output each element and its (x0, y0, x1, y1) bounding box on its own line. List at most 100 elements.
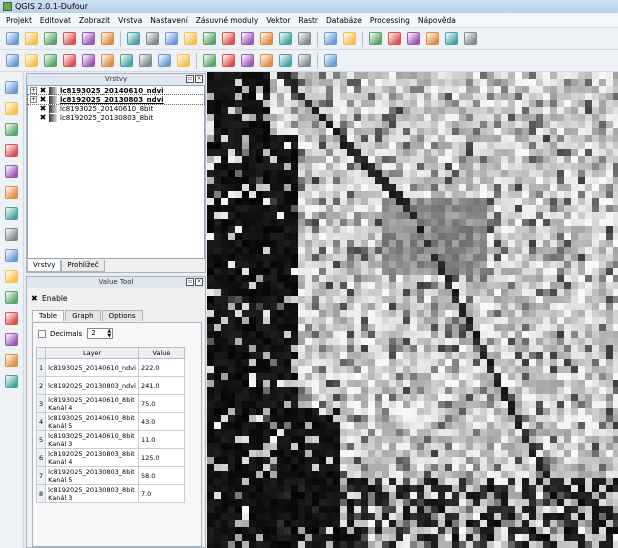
table-row[interactable]: 4 lc8193025_20140610_8bit Kanál 5 43.0 (35, 412, 185, 431)
menu-napoveda[interactable]: Nápověda (414, 16, 460, 25)
toggle-editing-button[interactable] (22, 52, 40, 70)
move-label-button[interactable] (257, 52, 275, 70)
node-tool-button[interactable] (98, 52, 116, 70)
pin-labels-button[interactable] (219, 52, 237, 70)
zoom-full-button[interactable] (200, 30, 218, 48)
tab-options[interactable]: Options (101, 310, 143, 321)
layer-visibility-checkbox[interactable]: ✖ (39, 86, 47, 95)
add-oracle-layer-button[interactable] (2, 183, 20, 201)
decimals-spinbox[interactable]: 2 ▲ ▼ (87, 328, 114, 339)
pan-button[interactable] (124, 30, 142, 48)
pan-to-selection-button[interactable] (143, 30, 161, 48)
expand-icon[interactable]: + (30, 87, 37, 94)
zoom-to-layer-button[interactable] (238, 30, 256, 48)
table-row[interactable]: 3 lc8193025_20140610_8bit Kanál 4 75.0 (35, 394, 185, 413)
add-wfs-layer-button[interactable] (2, 246, 20, 264)
value-tool-button[interactable] (321, 52, 339, 70)
save-as-button[interactable] (60, 30, 78, 48)
new-shapefile-button[interactable] (2, 288, 20, 306)
add-delimited-text-button[interactable] (2, 267, 20, 285)
change-label-button[interactable] (295, 52, 313, 70)
delete-selected-button[interactable] (117, 52, 135, 70)
zoom-out-button[interactable] (181, 30, 199, 48)
table-row[interactable]: 2 lc8192025_20130803_ndvi 241.0 (35, 376, 185, 395)
vector-tools-button[interactable] (2, 372, 20, 390)
open-button[interactable] (22, 30, 40, 48)
select-button[interactable] (366, 30, 384, 48)
add-mssql-layer-button[interactable] (2, 162, 20, 180)
cut-features-button[interactable] (136, 52, 154, 70)
layer-item[interactable]: ✖ lc8193025_20140610_8bit (28, 104, 204, 113)
add-vector-layer-button[interactable] (2, 78, 20, 96)
menu-zasuvne-moduly[interactable]: Zásuvné moduly (192, 16, 263, 25)
field-calculator-button[interactable] (404, 30, 422, 48)
close-panel-icon[interactable]: × (195, 278, 203, 286)
add-raster-layer-button[interactable] (2, 99, 20, 117)
table-row[interactable]: 6 lc8192025_20130803_8bit Kanál 4 125.0 (35, 448, 185, 467)
menu-databaze[interactable]: Databáze (322, 16, 366, 25)
rotate-label-button[interactable] (276, 52, 294, 70)
attribute-table-button[interactable] (423, 30, 441, 48)
menu-vrstva[interactable]: Vrstva (114, 16, 146, 25)
table-row[interactable]: 7 lc8192025_20130803_8bit Kanál 5 58.0 (35, 466, 185, 485)
menu-processing[interactable]: Processing (366, 16, 414, 25)
column-header-layer[interactable]: Layer (45, 347, 139, 359)
add-postgis-layer-button[interactable] (2, 120, 20, 138)
zoom-next-button[interactable] (276, 30, 294, 48)
show-hide-labels-button[interactable] (238, 52, 256, 70)
enable-checkbox[interactable]: ✖ Enable (31, 294, 68, 303)
menu-nastaveni[interactable]: Nastavení (146, 16, 192, 25)
measure-button[interactable] (340, 30, 358, 48)
tab-graph[interactable]: Graph (65, 310, 101, 321)
save-edits-button[interactable] (41, 52, 59, 70)
add-spatialite-layer-button[interactable] (2, 141, 20, 159)
layer-item[interactable]: + ✖ lc8192025_20130803_ndvi (27, 94, 205, 105)
georeferencer-button[interactable] (2, 351, 20, 369)
layer-visibility-checkbox[interactable]: ✖ (39, 113, 47, 122)
menu-projekt[interactable]: Projekt (2, 16, 36, 25)
new-print-composer-button[interactable] (79, 30, 97, 48)
map-canvas[interactable] (207, 72, 618, 548)
tab-table[interactable]: Table (32, 310, 65, 321)
zoom-in-button[interactable] (162, 30, 180, 48)
new-spatialite-button[interactable] (2, 309, 20, 327)
composer-manager-button[interactable] (98, 30, 116, 48)
map-tips-button[interactable] (442, 30, 460, 48)
layer-visibility-checkbox[interactable]: ✖ (39, 104, 47, 113)
gps-button[interactable] (2, 330, 20, 348)
layer-item[interactable]: ✖ lc8192025_20130803_8bit (28, 113, 204, 122)
copy-features-button[interactable] (155, 52, 173, 70)
annotation-button[interactable] (461, 30, 479, 48)
paste-features-button[interactable] (174, 52, 192, 70)
layer-visibility-checkbox[interactable]: ✖ (39, 95, 47, 104)
menu-vektor[interactable]: Vektor (262, 16, 294, 25)
expand-icon[interactable]: + (30, 96, 37, 103)
tab-prohlizec[interactable]: Prohlížeč (61, 260, 105, 272)
table-row[interactable]: 1 lc8193025_20140610_ndvi 222.0 (35, 358, 185, 377)
move-feature-button[interactable] (79, 52, 97, 70)
menu-zobrazit[interactable]: Zobrazit (75, 16, 114, 25)
deselect-button[interactable] (385, 30, 403, 48)
label-button[interactable] (200, 52, 218, 70)
zoom-to-selection-button[interactable] (219, 30, 237, 48)
save-button[interactable] (41, 30, 59, 48)
add-wcs-layer-button[interactable] (2, 225, 20, 243)
identify-button[interactable] (321, 30, 339, 48)
close-panel-icon[interactable]: × (195, 75, 203, 83)
current-edits-button[interactable] (3, 52, 21, 70)
layer-item[interactable]: + ✖ lc8193025_20140610_ndvi (28, 86, 204, 95)
decimals-checkbox[interactable] (38, 329, 46, 338)
float-panel-icon[interactable]: ▫ (186, 75, 194, 83)
refresh-button[interactable] (295, 30, 313, 48)
new-project-button[interactable] (3, 30, 21, 48)
layer-tree[interactable]: + ✖ lc8193025_20140610_ndvi + ✖ lc8192025_201… (27, 85, 205, 259)
table-row[interactable]: 5 lc8193025_20140610_8bit Kanál 3 11.0 (35, 430, 185, 449)
menu-rastr[interactable]: Rastr (294, 16, 322, 25)
float-panel-icon[interactable]: ▫ (186, 278, 194, 286)
add-feature-button[interactable] (60, 52, 78, 70)
zoom-last-button[interactable] (257, 30, 275, 48)
table-row[interactable]: 8 lc8192025_20130803_8bit Kanál 3 7.0 (35, 484, 185, 503)
add-wms-layer-button[interactable] (2, 204, 20, 222)
menu-editovat[interactable]: Editovat (36, 16, 75, 25)
column-header-value[interactable]: Value (137, 347, 185, 359)
